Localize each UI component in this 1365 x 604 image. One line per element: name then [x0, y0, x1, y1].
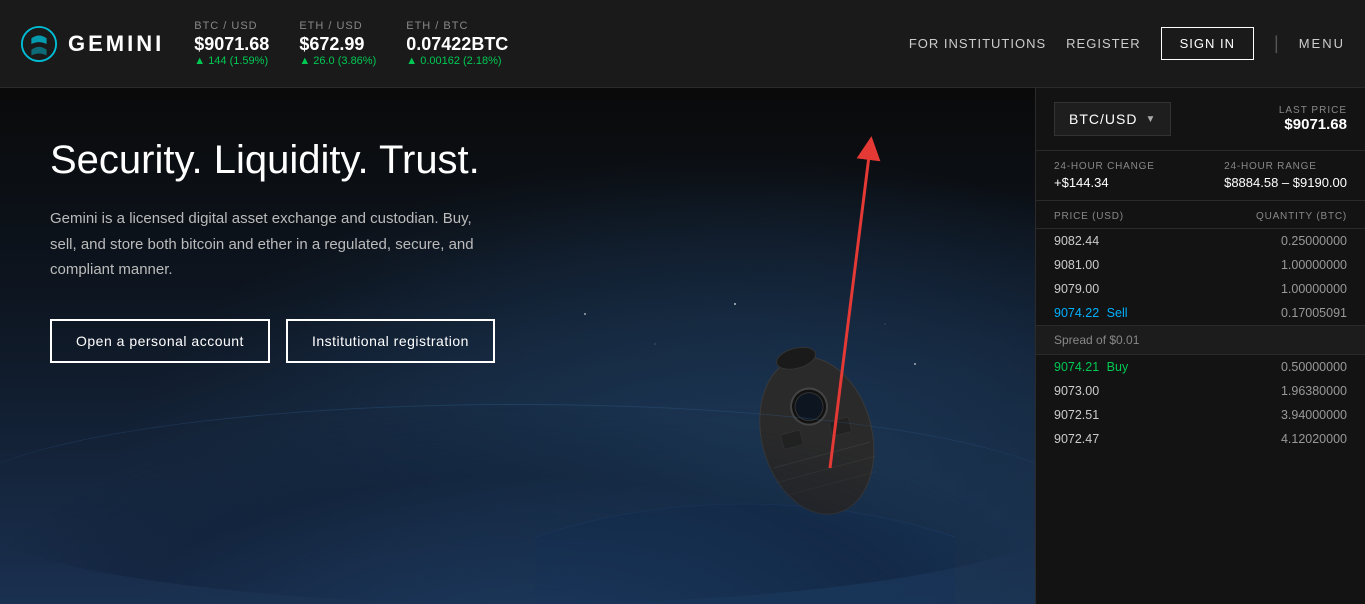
- earth-curve: [0, 404, 1035, 604]
- change-block: 24-HOUR CHANGE +$144.34: [1054, 161, 1155, 190]
- ob-buy-price-4: 9072.47: [1054, 432, 1099, 446]
- table-row: 9074.22 Sell 0.17005091: [1036, 301, 1365, 325]
- logo-text: GEMINI: [68, 31, 164, 57]
- ob-buy-qty-4: 4.12020000: [1281, 432, 1347, 446]
- ticker-area: BTC / USD $9071.68 144 (1.59%) ETH / USD…: [194, 20, 909, 67]
- buy-label: Buy: [1107, 360, 1129, 374]
- main-content: Security. Liquidity. Trust. Gemini is a …: [0, 88, 1365, 604]
- spread-row: Spread of $0.01: [1036, 325, 1365, 355]
- sign-in-button[interactable]: SIGN IN: [1161, 27, 1254, 60]
- ob-sell-qty-2: 1.00000000: [1281, 258, 1347, 272]
- ob-buy-qty-3: 3.94000000: [1281, 408, 1347, 422]
- range-label: 24-HOUR RANGE: [1224, 161, 1347, 172]
- gemini-logo-icon: [20, 25, 58, 63]
- ob-sell-price-2: 9081.00: [1054, 258, 1099, 272]
- pair-selector-button[interactable]: BTC/USD ▼: [1054, 102, 1171, 136]
- hero-buttons: Open a personal account Institutional re…: [50, 319, 550, 363]
- table-row: 9081.00 1.00000000: [1036, 253, 1365, 277]
- pair-label: BTC/USD: [1069, 111, 1137, 127]
- register-button[interactable]: REGISTER: [1066, 36, 1140, 51]
- ticker-btc-label: BTC / USD: [194, 20, 269, 32]
- ticker-ethbtc-label: ETH / BTC: [406, 20, 508, 32]
- ob-sell-price-4: 9074.22 Sell: [1054, 306, 1128, 320]
- ob-sell-qty-4: 0.17005091: [1281, 306, 1347, 320]
- qty-col-label: QUANTITY (BTC): [1256, 211, 1347, 222]
- hero-description: Gemini is a licensed digital asset excha…: [50, 206, 490, 283]
- sell-label: Sell: [1107, 306, 1128, 320]
- last-price-value: $9071.68: [1284, 116, 1347, 133]
- range-block: 24-HOUR RANGE $8884.58 – $9190.00: [1224, 161, 1347, 190]
- logo-area: GEMINI: [20, 25, 164, 63]
- ticker-eth-btc: ETH / BTC 0.07422BTC 0.00162 (2.18%): [406, 20, 508, 67]
- for-institutions-link[interactable]: FOR INSTITUTIONS: [909, 36, 1046, 51]
- last-price-label: LAST PRICE: [1279, 105, 1347, 116]
- ob-buy-price-3: 9072.51: [1054, 408, 1099, 422]
- hero-text-block: Security. Liquidity. Trust. Gemini is a …: [0, 88, 600, 413]
- ticker-btc-change: 144 (1.59%): [194, 55, 269, 67]
- ticker-ethbtc-change: 0.00162 (2.18%): [406, 55, 508, 67]
- chevron-down-icon: ▼: [1145, 114, 1156, 125]
- ticker-eth-change: 26.0 (3.86%): [299, 55, 376, 67]
- order-book-panel: BTC/USD ▼ LAST PRICE $9071.68 24-HOUR CH…: [1035, 88, 1365, 604]
- header: GEMINI BTC / USD $9071.68 144 (1.59%) ET…: [0, 0, 1365, 88]
- ticker-btc-usd: BTC / USD $9071.68 144 (1.59%): [194, 20, 269, 67]
- ob-sell-qty-1: 0.25000000: [1281, 234, 1347, 248]
- ob-buy-qty-2: 1.96380000: [1281, 384, 1347, 398]
- ticker-ethbtc-price: 0.07422BTC: [406, 34, 508, 55]
- ob-buy-qty-1: 0.50000000: [1281, 360, 1347, 374]
- menu-button[interactable]: MENU: [1299, 36, 1345, 51]
- ticker-eth-usd: ETH / USD $672.99 26.0 (3.86%): [299, 20, 376, 67]
- table-row: 9082.44 0.25000000: [1036, 229, 1365, 253]
- ticker-btc-price: $9071.68: [194, 34, 269, 55]
- range-value: $8884.58 – $9190.00: [1224, 175, 1347, 190]
- change-range-row: 24-HOUR CHANGE +$144.34 24-HOUR RANGE $8…: [1036, 151, 1365, 201]
- institutional-registration-button[interactable]: Institutional registration: [286, 319, 495, 363]
- ticker-eth-label: ETH / USD: [299, 20, 376, 32]
- hero-section: Security. Liquidity. Trust. Gemini is a …: [0, 88, 1035, 604]
- open-personal-account-button[interactable]: Open a personal account: [50, 319, 270, 363]
- ob-sell-price-1: 9082.44: [1054, 234, 1099, 248]
- ob-buy-price-1: 9074.21 Buy: [1054, 360, 1128, 374]
- table-row: 9073.00 1.96380000: [1036, 379, 1365, 403]
- orderbook-header: PRICE (USD) QUANTITY (BTC): [1036, 201, 1365, 229]
- pair-selector-row: BTC/USD ▼ LAST PRICE $9071.68: [1036, 88, 1365, 151]
- change-label: 24-HOUR CHANGE: [1054, 161, 1155, 172]
- ticker-eth-price: $672.99: [299, 34, 376, 55]
- nav-right: FOR INSTITUTIONS REGISTER SIGN IN | MENU: [909, 27, 1345, 60]
- hero-title: Security. Liquidity. Trust.: [50, 138, 550, 182]
- table-row: 9072.51 3.94000000: [1036, 403, 1365, 427]
- ob-sell-price-3: 9079.00: [1054, 282, 1099, 296]
- price-col-label: PRICE (USD): [1054, 211, 1124, 222]
- ob-sell-qty-3: 1.00000000: [1281, 282, 1347, 296]
- table-row: 9074.21 Buy 0.50000000: [1036, 355, 1365, 379]
- last-price-section: LAST PRICE $9071.68: [1279, 105, 1347, 133]
- table-row: 9072.47 4.12020000: [1036, 427, 1365, 451]
- nav-divider: |: [1274, 33, 1279, 54]
- spread-text: Spread of $0.01: [1054, 333, 1139, 347]
- table-row: 9079.00 1.00000000: [1036, 277, 1365, 301]
- change-value: +$144.34: [1054, 175, 1155, 190]
- orderbook-rows: 9082.44 0.25000000 9081.00 1.00000000 90…: [1036, 229, 1365, 604]
- ob-buy-price-2: 9073.00: [1054, 384, 1099, 398]
